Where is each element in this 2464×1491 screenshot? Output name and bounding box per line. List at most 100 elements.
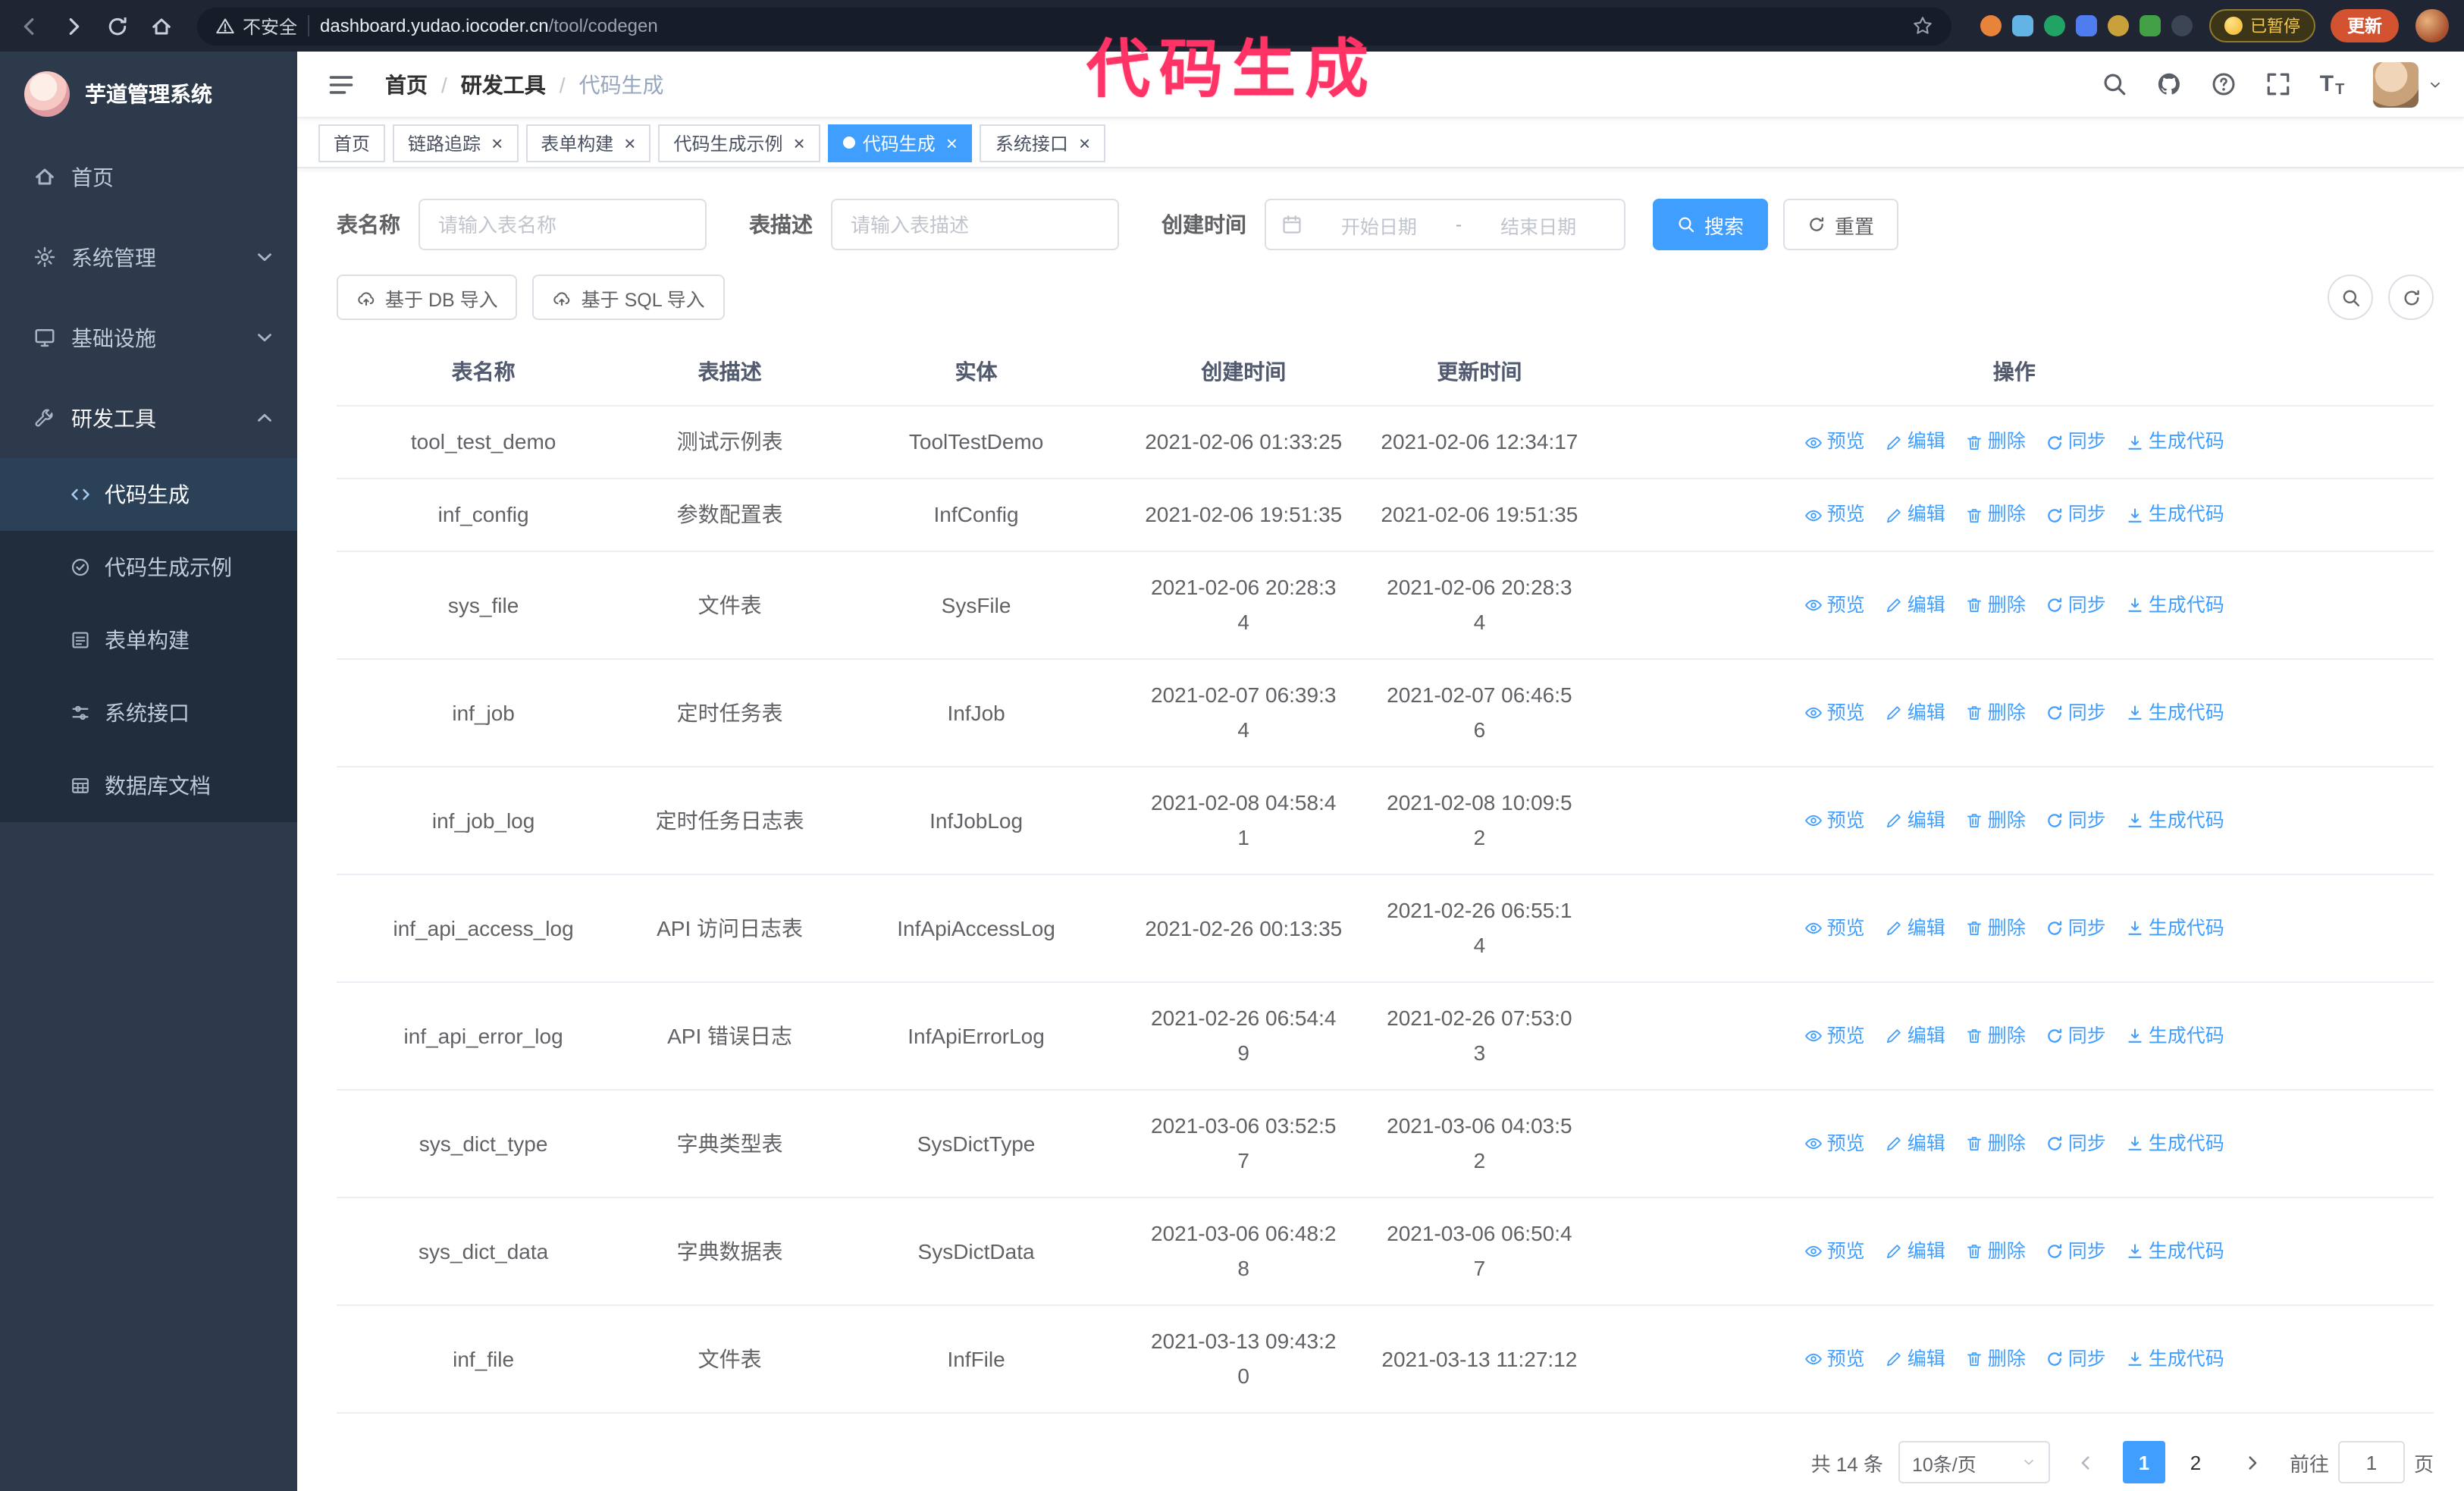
- import-db-button[interactable]: 基于 DB 导入: [337, 275, 518, 320]
- fullscreen-icon[interactable]: [2252, 51, 2303, 118]
- row-action-edit[interactable]: 编辑: [1885, 1019, 1945, 1053]
- tab-0[interactable]: 首页: [318, 124, 386, 162]
- row-action-edit[interactable]: 编辑: [1885, 911, 1945, 946]
- row-action-preview[interactable]: 预览: [1804, 1019, 1865, 1053]
- row-action-preview[interactable]: 预览: [1804, 498, 1865, 532]
- row-action-sync[interactable]: 同步: [2045, 911, 2106, 946]
- row-action-preview[interactable]: 预览: [1804, 911, 1865, 946]
- hamburger-icon[interactable]: [318, 71, 364, 98]
- row-action-edit[interactable]: 编辑: [1885, 1342, 1945, 1376]
- font-size-icon[interactable]: TT: [2306, 51, 2358, 118]
- tab-4[interactable]: 代码生成 ×: [827, 124, 973, 162]
- row-action-generate-code[interactable]: 生成代码: [2126, 803, 2224, 838]
- row-action-sync[interactable]: 同步: [2045, 425, 2106, 460]
- row-action-generate-code[interactable]: 生成代码: [2126, 498, 2224, 532]
- tab-2[interactable]: 表单构建 ×: [525, 124, 651, 162]
- row-action-delete[interactable]: 删除: [1965, 695, 2026, 730]
- extension-icon[interactable]: [2108, 15, 2129, 36]
- extension-icon[interactable]: [1980, 15, 2002, 36]
- browser-back-icon[interactable]: [9, 6, 49, 46]
- row-action-sync[interactable]: 同步: [2045, 588, 2106, 623]
- breadcrumb-item-1[interactable]: 研发工具: [461, 69, 546, 99]
- logo[interactable]: 芋道管理系统: [0, 52, 297, 137]
- github-icon[interactable]: [2143, 51, 2194, 118]
- search-icon[interactable]: [2088, 51, 2140, 118]
- date-range-picker[interactable]: 开始日期 - 结束日期: [1265, 199, 1625, 250]
- row-action-edit[interactable]: 编辑: [1885, 1234, 1945, 1269]
- help-icon[interactable]: [2197, 51, 2249, 118]
- row-action-generate-code[interactable]: 生成代码: [2126, 1234, 2224, 1269]
- tab-1[interactable]: 链路追踪 ×: [393, 124, 519, 162]
- next-page-button[interactable]: [2232, 1441, 2274, 1483]
- reset-button[interactable]: 重置: [1783, 199, 1899, 250]
- page-size-select[interactable]: 10条/页: [1898, 1441, 2050, 1483]
- row-action-preview[interactable]: 预览: [1804, 1342, 1865, 1376]
- close-icon[interactable]: ×: [794, 133, 805, 152]
- sidebar-item-3[interactable]: 研发工具: [0, 378, 297, 458]
- bookmark-star-icon[interactable]: [1912, 15, 1933, 36]
- extension-icon[interactable]: [2171, 15, 2193, 36]
- import-sql-button[interactable]: 基于 SQL 导入: [532, 275, 725, 320]
- browser-reload-icon[interactable]: [97, 6, 136, 46]
- row-action-edit[interactable]: 编辑: [1885, 498, 1945, 532]
- page-button-1[interactable]: 1: [2122, 1441, 2165, 1483]
- sidebar-subitem-3[interactable]: 系统接口: [0, 676, 297, 749]
- table-name-input[interactable]: [419, 199, 707, 250]
- row-action-generate-code[interactable]: 生成代码: [2126, 1342, 2224, 1376]
- row-action-sync[interactable]: 同步: [2045, 1019, 2106, 1053]
- row-action-delete[interactable]: 删除: [1965, 1234, 2026, 1269]
- row-action-delete[interactable]: 删除: [1965, 425, 2026, 460]
- chevron-down-icon[interactable]: [2428, 77, 2443, 92]
- row-action-generate-code[interactable]: 生成代码: [2126, 1019, 2224, 1053]
- row-action-sync[interactable]: 同步: [2045, 498, 2106, 532]
- close-icon[interactable]: ×: [624, 133, 635, 152]
- paused-badge[interactable]: 已暂停: [2209, 9, 2315, 42]
- row-action-delete[interactable]: 删除: [1965, 1126, 2026, 1161]
- extension-icon[interactable]: [2076, 15, 2097, 36]
- row-action-generate-code[interactable]: 生成代码: [2126, 425, 2224, 460]
- row-action-sync[interactable]: 同步: [2045, 1234, 2106, 1269]
- row-action-generate-code[interactable]: 生成代码: [2126, 695, 2224, 730]
- row-action-delete[interactable]: 删除: [1965, 911, 2026, 946]
- sidebar-subitem-2[interactable]: 表单构建: [0, 604, 297, 676]
- close-icon[interactable]: ×: [946, 133, 958, 152]
- extension-icon[interactable]: [2140, 15, 2161, 36]
- row-action-delete[interactable]: 删除: [1965, 1342, 2026, 1376]
- refresh-table-button[interactable]: [2388, 275, 2434, 320]
- row-action-preview[interactable]: 预览: [1804, 803, 1865, 838]
- row-action-delete[interactable]: 删除: [1965, 803, 2026, 838]
- row-action-sync[interactable]: 同步: [2045, 1342, 2106, 1376]
- row-action-preview[interactable]: 预览: [1804, 695, 1865, 730]
- sidebar-subitem-1[interactable]: 代码生成示例: [0, 531, 297, 604]
- goto-page-input[interactable]: [2337, 1441, 2405, 1483]
- row-action-preview[interactable]: 预览: [1804, 1234, 1865, 1269]
- search-button[interactable]: 搜索: [1653, 199, 1769, 250]
- row-action-sync[interactable]: 同步: [2045, 803, 2106, 838]
- update-button[interactable]: 更新: [2331, 9, 2399, 42]
- sidebar-item-1[interactable]: 系统管理: [0, 217, 297, 297]
- row-action-edit[interactable]: 编辑: [1885, 695, 1945, 730]
- row-action-sync[interactable]: 同步: [2045, 695, 2106, 730]
- user-avatar[interactable]: [2373, 61, 2419, 107]
- row-action-delete[interactable]: 删除: [1965, 1019, 2026, 1053]
- close-icon[interactable]: ×: [1079, 133, 1090, 152]
- page-button-2[interactable]: 2: [2174, 1441, 2217, 1483]
- tab-5[interactable]: 系统接口 ×: [980, 124, 1106, 162]
- browser-home-icon[interactable]: [141, 6, 180, 46]
- address-bar[interactable]: 不安全 dashboard.yudao.iocoder.cn/tool/code…: [197, 7, 1951, 45]
- row-action-sync[interactable]: 同步: [2045, 1126, 2106, 1161]
- row-action-edit[interactable]: 编辑: [1885, 1126, 1945, 1161]
- extension-icon[interactable]: [2012, 15, 2033, 36]
- browser-forward-icon[interactable]: [53, 6, 92, 46]
- row-action-preview[interactable]: 预览: [1804, 588, 1865, 623]
- prev-page-button[interactable]: [2065, 1441, 2108, 1483]
- sidebar-item-2[interactable]: 基础设施: [0, 297, 297, 378]
- row-action-edit[interactable]: 编辑: [1885, 425, 1945, 460]
- row-action-generate-code[interactable]: 生成代码: [2126, 911, 2224, 946]
- sidebar-subitem-0[interactable]: 代码生成: [0, 458, 297, 531]
- tab-3[interactable]: 代码生成示例 ×: [658, 124, 820, 162]
- row-action-generate-code[interactable]: 生成代码: [2126, 588, 2224, 623]
- breadcrumb-item-0[interactable]: 首页: [385, 69, 428, 99]
- row-action-delete[interactable]: 删除: [1965, 588, 2026, 623]
- close-icon[interactable]: ×: [491, 133, 503, 152]
